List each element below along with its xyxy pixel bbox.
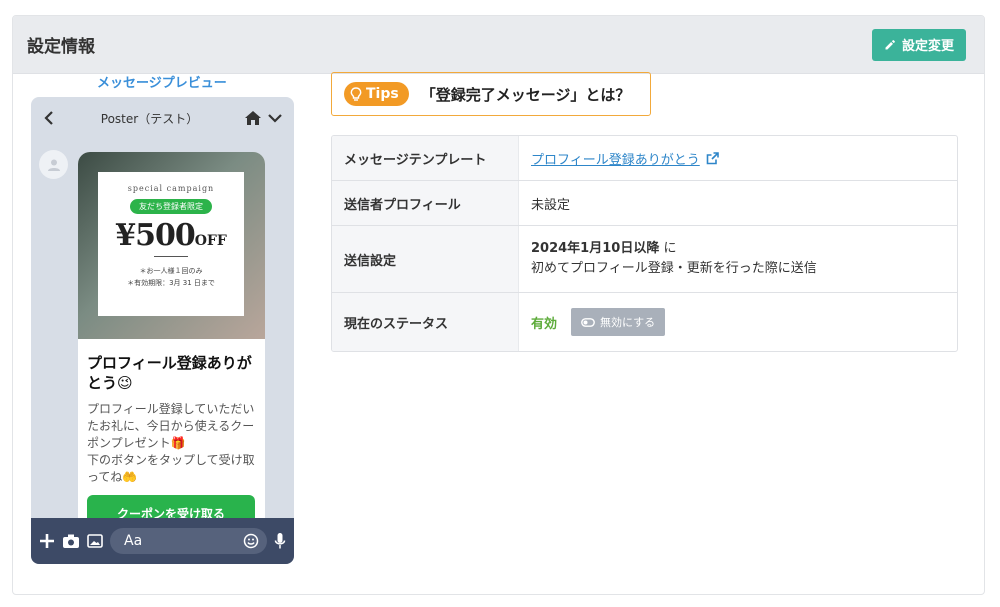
- back-chevron-icon[interactable]: [43, 111, 55, 125]
- coupon-price-value: ¥500: [115, 218, 195, 253]
- template-link[interactable]: プロフィール登録ありがとう: [531, 149, 719, 168]
- send-date-line: 2024年1月10日以降 に: [531, 239, 676, 259]
- coupon-note-2: ＊有効期限：3月 31 日まで: [127, 279, 215, 287]
- template-value: プロフィール登録ありがとう: [519, 136, 957, 180]
- tips-badge: Tips: [344, 82, 409, 106]
- coupon-card: special campaign 友だち登録者限定 ¥500OFF ＊お一人様１…: [98, 172, 244, 316]
- toggle-icon: [581, 317, 595, 327]
- tips-badge-label: Tips: [366, 86, 399, 102]
- microphone-icon[interactable]: [274, 532, 286, 550]
- table-row: 送信設定 2024年1月10日以降 に 初めてプロフィール登録・更新を行った際に…: [332, 226, 957, 293]
- coupon-divider: [154, 256, 188, 257]
- plus-icon[interactable]: [39, 533, 55, 549]
- bubble-title: プロフィール登録ありがとう😉: [87, 354, 252, 392]
- table-row: メッセージテンプレート プロフィール登録ありがとう: [332, 136, 957, 181]
- edit-settings-button[interactable]: 設定変更: [871, 28, 966, 61]
- settings-table: メッセージテンプレート プロフィール登録ありがとう 送信者プロフィール 未設定 …: [331, 135, 958, 352]
- home-icon[interactable]: [244, 110, 262, 126]
- camera-icon[interactable]: [62, 533, 80, 549]
- sender-value: 未設定: [531, 197, 571, 213]
- message-input-placeholder: Aa: [124, 533, 143, 549]
- template-link-label: プロフィール登録ありがとう: [531, 152, 700, 168]
- coupon-off: OFF: [194, 233, 227, 249]
- template-key: メッセージテンプレート: [332, 136, 519, 180]
- send-condition: 初めてプロフィール登録・更新を行った際に送信: [531, 261, 817, 276]
- card-header: 設定情報 設定変更: [13, 16, 984, 74]
- chat-title: Poster（テスト）: [100, 111, 199, 126]
- coupon-note-1: ＊お一人様１回のみ: [139, 267, 203, 275]
- image-icon[interactable]: [87, 534, 103, 548]
- bubble-text: プロフィール登録していただいたお礼に、今日から使えるクーポンプレゼント🎁 下のボ…: [87, 402, 255, 484]
- message-preview-phone: Poster（テスト） special campaign 友だち登録者限定 ¥5…: [31, 97, 294, 564]
- page-title: 設定情報: [27, 37, 95, 57]
- message-input[interactable]: Aa: [110, 528, 267, 554]
- campaign-text: special campaign: [127, 184, 215, 193]
- tips-text: 「登録完了メッセージ」とは？: [420, 85, 631, 104]
- chat-header: Poster（テスト）: [31, 97, 294, 139]
- coupon-price: ¥500OFF: [98, 218, 244, 253]
- coupon-image: special campaign 友だち登録者限定 ¥500OFF ＊お一人様１…: [78, 152, 265, 339]
- send-setting-value: 2024年1月10日以降 に 初めてプロフィール登録・更新を行った際に送信: [519, 226, 957, 292]
- sender-key: 送信者プロフィール: [332, 181, 519, 225]
- status-key: 現在のステータス: [332, 293, 519, 351]
- avatar: [39, 150, 68, 179]
- table-row: 現在のステータス 有効 無効にする: [332, 293, 957, 351]
- coupon-tag: 友だち登録者限定: [130, 199, 212, 214]
- disable-button-label: 無効にする: [600, 316, 656, 329]
- status-badge: 有効: [531, 316, 558, 332]
- user-icon: [47, 159, 60, 171]
- send-setting-key: 送信設定: [332, 226, 519, 292]
- pencil-icon: [885, 39, 895, 49]
- preview-label: メッセージプレビュー: [97, 76, 227, 91]
- bubble-body: プロフィール登録ありがとう😉 プロフィール登録していただいたお礼に、今日から使え…: [78, 339, 265, 486]
- disable-button[interactable]: 無効にする: [571, 308, 666, 336]
- send-date: 2024年1月10日以降: [531, 241, 660, 256]
- tips-banner[interactable]: Tips 「登録完了メッセージ」とは？: [331, 72, 651, 116]
- emoji-icon[interactable]: [243, 533, 259, 549]
- external-link-icon: [706, 151, 719, 164]
- chat-input-bar: Aa: [31, 518, 294, 564]
- message-bubble: special campaign 友だち登録者限定 ¥500OFF ＊お一人様１…: [78, 152, 265, 532]
- chevron-down-icon[interactable]: [268, 113, 282, 123]
- status-value: 有効 無効にする: [519, 293, 957, 351]
- lightbulb-icon: [350, 86, 362, 101]
- table-row: 送信者プロフィール 未設定: [332, 181, 957, 226]
- send-ni: に: [659, 241, 677, 256]
- edit-settings-label: 設定変更: [901, 39, 954, 54]
